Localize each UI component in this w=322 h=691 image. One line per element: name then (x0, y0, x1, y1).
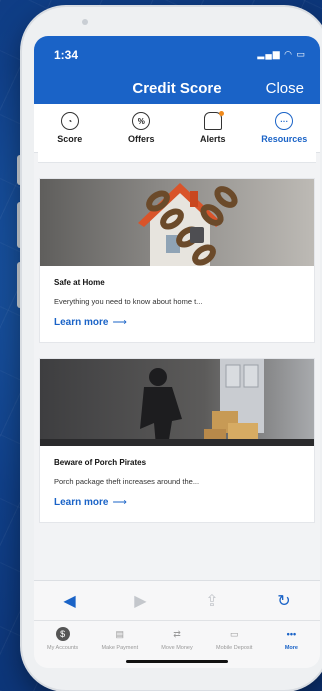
tab-alerts-label: Alerts (199, 134, 226, 144)
learn-more-link[interactable]: Learn more ⟶ (54, 497, 300, 508)
card-title: Beware of Porch Pirates (54, 458, 147, 467)
nav-label: My Accounts (47, 645, 79, 651)
nav-label: Move Money (161, 645, 193, 651)
more-icon: ··· (275, 112, 294, 130)
previous-card-stub (38, 152, 316, 163)
nav-my-accounts[interactable]: $ My Accounts (34, 621, 91, 668)
dollar-icon: $ (55, 627, 70, 641)
card-description: Porch package theft increases around the… (54, 477, 200, 486)
more-dots-icon: ••• (286, 629, 297, 639)
home-indicator (126, 660, 228, 663)
refresh-icon[interactable]: ↻ (277, 591, 290, 611)
close-button[interactable]: Close (266, 80, 304, 97)
app-screen: 1:34 ▂▄▆ ◠ ▭ Credit Score Close ◔ Score … (34, 36, 320, 668)
chained-house-icon (40, 179, 314, 266)
learn-more-label: Learn more (54, 497, 109, 508)
tab-resources[interactable]: ··· Resources (249, 104, 321, 152)
tab-offers[interactable]: % Offers (106, 104, 178, 152)
gauge-icon: ◔ (60, 112, 79, 130)
resource-card-safe-at-home[interactable]: Safe at Home Everything you need to know… (39, 178, 315, 343)
arrow-right-icon: ⟶ (112, 497, 127, 508)
forward-icon[interactable]: ▶ (134, 591, 146, 611)
arrow-right-icon: ⟶ (112, 317, 127, 328)
nav-label: More (284, 645, 298, 651)
share-icon[interactable]: ⇪ (205, 591, 218, 611)
app-header: 1:34 ▂▄▆ ◠ ▭ Credit Score Close (34, 36, 320, 104)
card-description: Everything you need to know about home t… (54, 297, 203, 306)
resources-list: Safe at Home Everything you need to know… (34, 152, 320, 576)
nav-label: Make Payment (101, 645, 139, 651)
bill-icon: ▤ (115, 628, 125, 639)
back-icon[interactable]: ◀ (63, 591, 75, 611)
status-time: 1:34 (54, 48, 79, 62)
transfer-icon: ⇄ (173, 628, 181, 639)
nav-more[interactable]: ••• More (263, 621, 320, 668)
tab-score-label: Score (57, 134, 83, 144)
bell-icon (203, 111, 224, 130)
percent-icon: % (132, 112, 151, 130)
tab-score[interactable]: ◔ Score (34, 104, 106, 152)
tab-alerts[interactable]: Alerts (177, 104, 249, 152)
camera-icon (82, 19, 88, 25)
resource-card-porch-pirates[interactable]: Beware of Porch Pirates Porch package th… (39, 358, 315, 523)
status-icons: ▂▄▆ ◠ ▭ (257, 49, 306, 59)
card-title: Safe at Home (54, 278, 105, 287)
browser-toolbar: ◀ ▶ ⇪ ↻ (34, 580, 320, 621)
tab-bar: ◔ Score % Offers Alerts ··· Resources (34, 104, 320, 153)
check-deposit-icon: ▭ (229, 628, 239, 639)
tab-resources-label: Resources (261, 134, 308, 144)
alert-dot (218, 111, 224, 116)
learn-more-link[interactable]: Learn more ⟶ (54, 317, 300, 328)
porch-thief-icon (40, 359, 314, 446)
learn-more-label: Learn more (54, 317, 109, 328)
nav-label: Mobile Deposit (216, 645, 253, 651)
tab-offers-label: Offers (127, 134, 155, 144)
